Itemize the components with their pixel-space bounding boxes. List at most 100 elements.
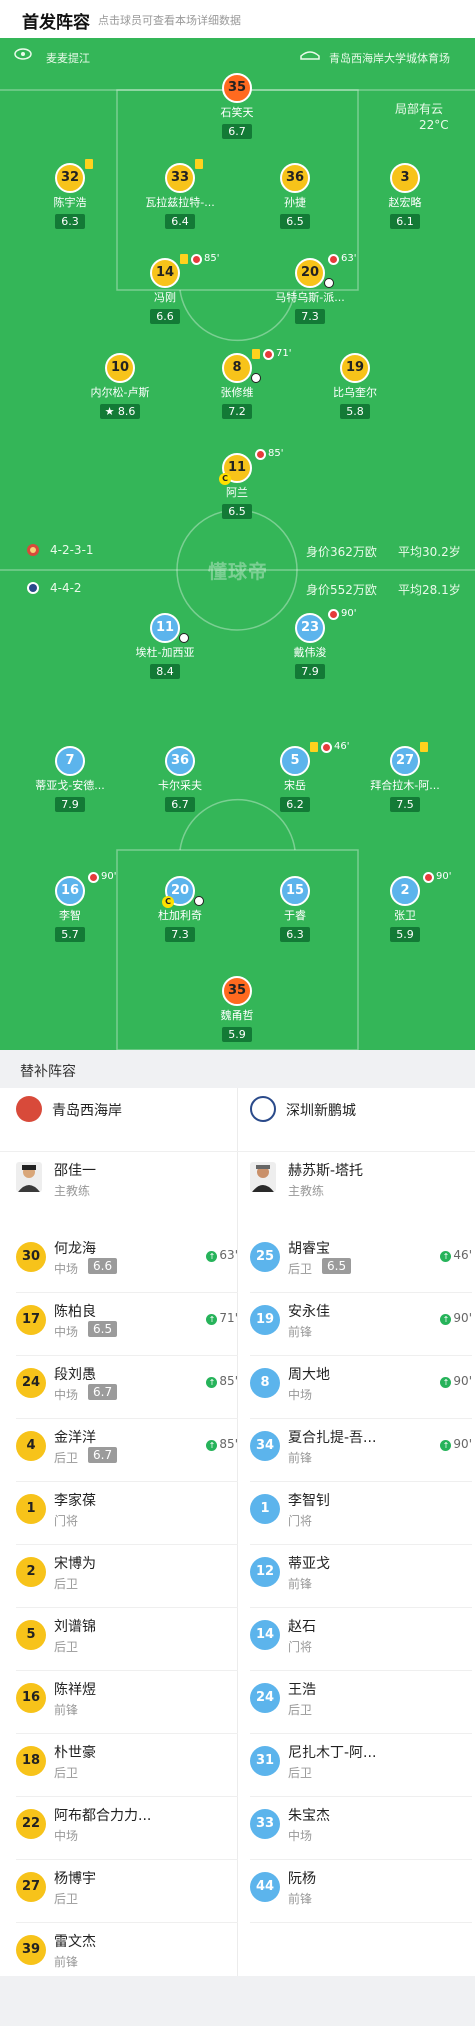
pitch: 麦麦提江 青岛西海岸大学城体育场 局部有云 22°C 懂球帝 4-2-3-1 身… bbox=[0, 38, 475, 1050]
player-marker[interactable]: 20 马特乌斯-派... 7.3 63' bbox=[254, 253, 366, 324]
substitute-item[interactable]: 30 何龙海 中场 6.6 ↑ 63' bbox=[16, 1236, 238, 1288]
player-marker[interactable]: 19 比乌奎尔 5.8 bbox=[299, 353, 411, 419]
home-team-logo bbox=[16, 1096, 42, 1122]
substitute-item[interactable]: 5 刘谱锦 后卫 bbox=[16, 1614, 238, 1666]
away-team-logo bbox=[250, 1096, 276, 1122]
substitute-number: 16 bbox=[16, 1683, 46, 1713]
player-rating: 5.9 bbox=[390, 927, 420, 942]
away-coach[interactable]: 赫苏斯-塔托 主教练 bbox=[250, 1158, 472, 1210]
substitution-in-time: ↑ 90' bbox=[440, 1374, 472, 1388]
subs-header: 替补阵容 bbox=[0, 1050, 475, 1088]
player-name: 魏甬哲 bbox=[220, 1009, 254, 1022]
substitute-position: 后卫 bbox=[288, 1262, 313, 1276]
substitute-item[interactable]: 12 蒂亚戈 前锋 bbox=[250, 1551, 472, 1603]
substitute-item[interactable]: 44 阮杨 前锋 bbox=[250, 1866, 472, 1918]
substitute-position: 中场 bbox=[54, 1262, 79, 1276]
substitute-name: 宋博为 bbox=[54, 1556, 96, 1572]
away-team-row[interactable]: 深圳新鹏城 bbox=[250, 1088, 460, 1132]
row-separator bbox=[250, 1607, 472, 1608]
player-marker[interactable]: 35 石笑天 6.7 bbox=[181, 73, 293, 139]
substitution-in-time: ↑ 71' bbox=[206, 1311, 238, 1325]
substitution-minute: 71' bbox=[219, 1311, 238, 1325]
player-rating: 6.7 bbox=[222, 124, 252, 139]
venue-name: 青岛西海岸大学城体育场 bbox=[329, 52, 450, 65]
player-rating: 5.7 bbox=[55, 927, 85, 942]
substitute-number: 30 bbox=[16, 1242, 46, 1272]
player-marker[interactable]: 8 张修维 7.2 71' bbox=[181, 348, 293, 419]
home-coach[interactable]: 邵佳一 主教练 bbox=[16, 1158, 238, 1210]
home-team-row[interactable]: 青岛西海岸 bbox=[16, 1088, 226, 1132]
player-rating: 6.2 bbox=[280, 797, 310, 812]
substitution-in-icon: ↑ bbox=[440, 1251, 452, 1262]
home-team-name: 青岛西海岸 bbox=[52, 1103, 122, 1119]
player-marker[interactable]: 15 于睿 6.3 bbox=[239, 876, 351, 942]
player-rating: 8.4 bbox=[150, 664, 180, 679]
home-team-icon bbox=[26, 543, 40, 560]
substitute-item[interactable]: 18 朴世豪 后卫 bbox=[16, 1740, 238, 1792]
player-rating: 6.7 bbox=[165, 797, 195, 812]
player-number: 14 bbox=[150, 258, 180, 288]
player-marker[interactable]: 2 张卫 5.9 90' bbox=[349, 871, 461, 942]
substitute-item[interactable]: 14 赵石 门将 bbox=[250, 1614, 472, 1666]
substitution-out-icon bbox=[263, 349, 274, 360]
substitute-position: 门将 bbox=[54, 1514, 79, 1528]
substitution-minute: 63' bbox=[341, 253, 357, 264]
substitute-name: 朱宝杰 bbox=[288, 1808, 330, 1824]
player-marker[interactable]: 3 赵宏略 6.1 bbox=[349, 163, 461, 229]
player-marker[interactable]: 32 陈宇浩 6.3 bbox=[14, 159, 126, 229]
row-separator bbox=[250, 1796, 472, 1797]
player-marker[interactable]: 33 瓦拉兹拉特-... 6.4 bbox=[124, 159, 236, 229]
player-name: 拜合拉木-阿... bbox=[370, 779, 440, 792]
player-marker[interactable]: 10 内尔松-卢斯 ★ 8.6 bbox=[64, 353, 176, 419]
substitute-rating: 6.7 bbox=[88, 1447, 118, 1463]
substitute-item[interactable]: 24 段刘愚 中场 6.7 ↑ 85' bbox=[16, 1362, 238, 1414]
player-number: 16 bbox=[55, 876, 85, 906]
substitute-item[interactable]: 8 周大地 中场 ↑ 90' bbox=[250, 1362, 472, 1414]
substitute-item[interactable]: 16 陈祥煜 前锋 bbox=[16, 1677, 238, 1729]
player-number: 2 bbox=[390, 876, 420, 906]
player-marker[interactable]: 7 蒂亚戈-安德... 7.9 bbox=[14, 746, 126, 812]
substitute-item[interactable]: 34 夏合扎提-吾... 前锋 ↑ 90' bbox=[250, 1425, 472, 1477]
player-marker[interactable]: 16 李智 5.7 90' bbox=[14, 871, 126, 942]
substitute-item[interactable]: 4 金洋洋 后卫 6.7 ↑ 85' bbox=[16, 1425, 238, 1477]
substitute-item[interactable]: 33 朱宝杰 中场 bbox=[250, 1803, 472, 1855]
substitute-number: 33 bbox=[250, 1809, 280, 1839]
player-number: 15 bbox=[280, 876, 310, 906]
player-marker[interactable]: 35 魏甬哲 5.9 bbox=[181, 976, 293, 1042]
substitution-minute: 90' bbox=[101, 871, 117, 882]
substitute-item[interactable]: 19 安永佳 前锋 ↑ 90' bbox=[250, 1299, 472, 1351]
substitute-item[interactable]: 1 李家葆 门将 bbox=[16, 1488, 238, 1540]
substitute-number: 39 bbox=[16, 1935, 46, 1965]
page-hint: 点击球员可查看本场详细数据 bbox=[98, 14, 241, 27]
player-number: 3 bbox=[390, 163, 420, 193]
player-marker[interactable]: 11 埃杜-加西亚 8.4 bbox=[109, 613, 221, 679]
substitute-name: 金洋洋 bbox=[54, 1430, 96, 1446]
player-number: 36 bbox=[280, 163, 310, 193]
player-marker[interactable]: 5 宋岳 6.2 46' bbox=[239, 741, 351, 812]
substitution-minute: 90' bbox=[453, 1437, 472, 1451]
substitute-item[interactable]: 31 尼扎木丁-阿... 后卫 bbox=[250, 1740, 472, 1792]
substitute-item[interactable]: 39 雷文杰 前锋 bbox=[16, 1929, 238, 1981]
substitute-number: 18 bbox=[16, 1746, 46, 1776]
substitute-item[interactable]: 27 杨博宇 后卫 bbox=[16, 1866, 238, 1918]
player-marker[interactable]: 14 冯刚 6.6 85' bbox=[109, 253, 221, 324]
substitute-item[interactable]: 2 宋博为 后卫 bbox=[16, 1551, 238, 1603]
substitute-item[interactable]: 17 陈柏良 中场 6.5 ↑ 71' bbox=[16, 1299, 238, 1351]
substitute-position: 前锋 bbox=[288, 1892, 313, 1906]
player-marker[interactable]: 23 戴伟浚 7.9 90' bbox=[254, 608, 366, 679]
substitute-position: 前锋 bbox=[288, 1577, 313, 1591]
substitute-item[interactable]: 1 李智钊 门将 bbox=[250, 1488, 472, 1540]
substitute-item[interactable]: 25 胡睿宝 后卫 6.5 ↑ 46' bbox=[250, 1236, 472, 1288]
substitute-number: 2 bbox=[16, 1557, 46, 1587]
player-marker[interactable]: 36 卡尔采夫 6.7 bbox=[124, 746, 236, 812]
player-marker[interactable]: 20 杜加利奇 7.3 C bbox=[124, 876, 236, 942]
player-number: 19 bbox=[340, 353, 370, 383]
player-marker[interactable]: 11 阿兰 6.5 85' C bbox=[181, 448, 293, 519]
player-marker[interactable]: 27 拜合拉木-阿... 7.5 bbox=[349, 742, 461, 812]
player-marker[interactable]: 36 孙捷 6.5 bbox=[239, 163, 351, 229]
substitute-item[interactable]: 22 阿布都合力力... 中场 bbox=[16, 1803, 238, 1855]
player-number: 35 bbox=[222, 73, 252, 103]
player-name: 卡尔采夫 bbox=[158, 779, 202, 792]
substitute-item[interactable]: 24 王浩 后卫 bbox=[250, 1677, 472, 1729]
substitution-minute: 71' bbox=[276, 348, 292, 359]
